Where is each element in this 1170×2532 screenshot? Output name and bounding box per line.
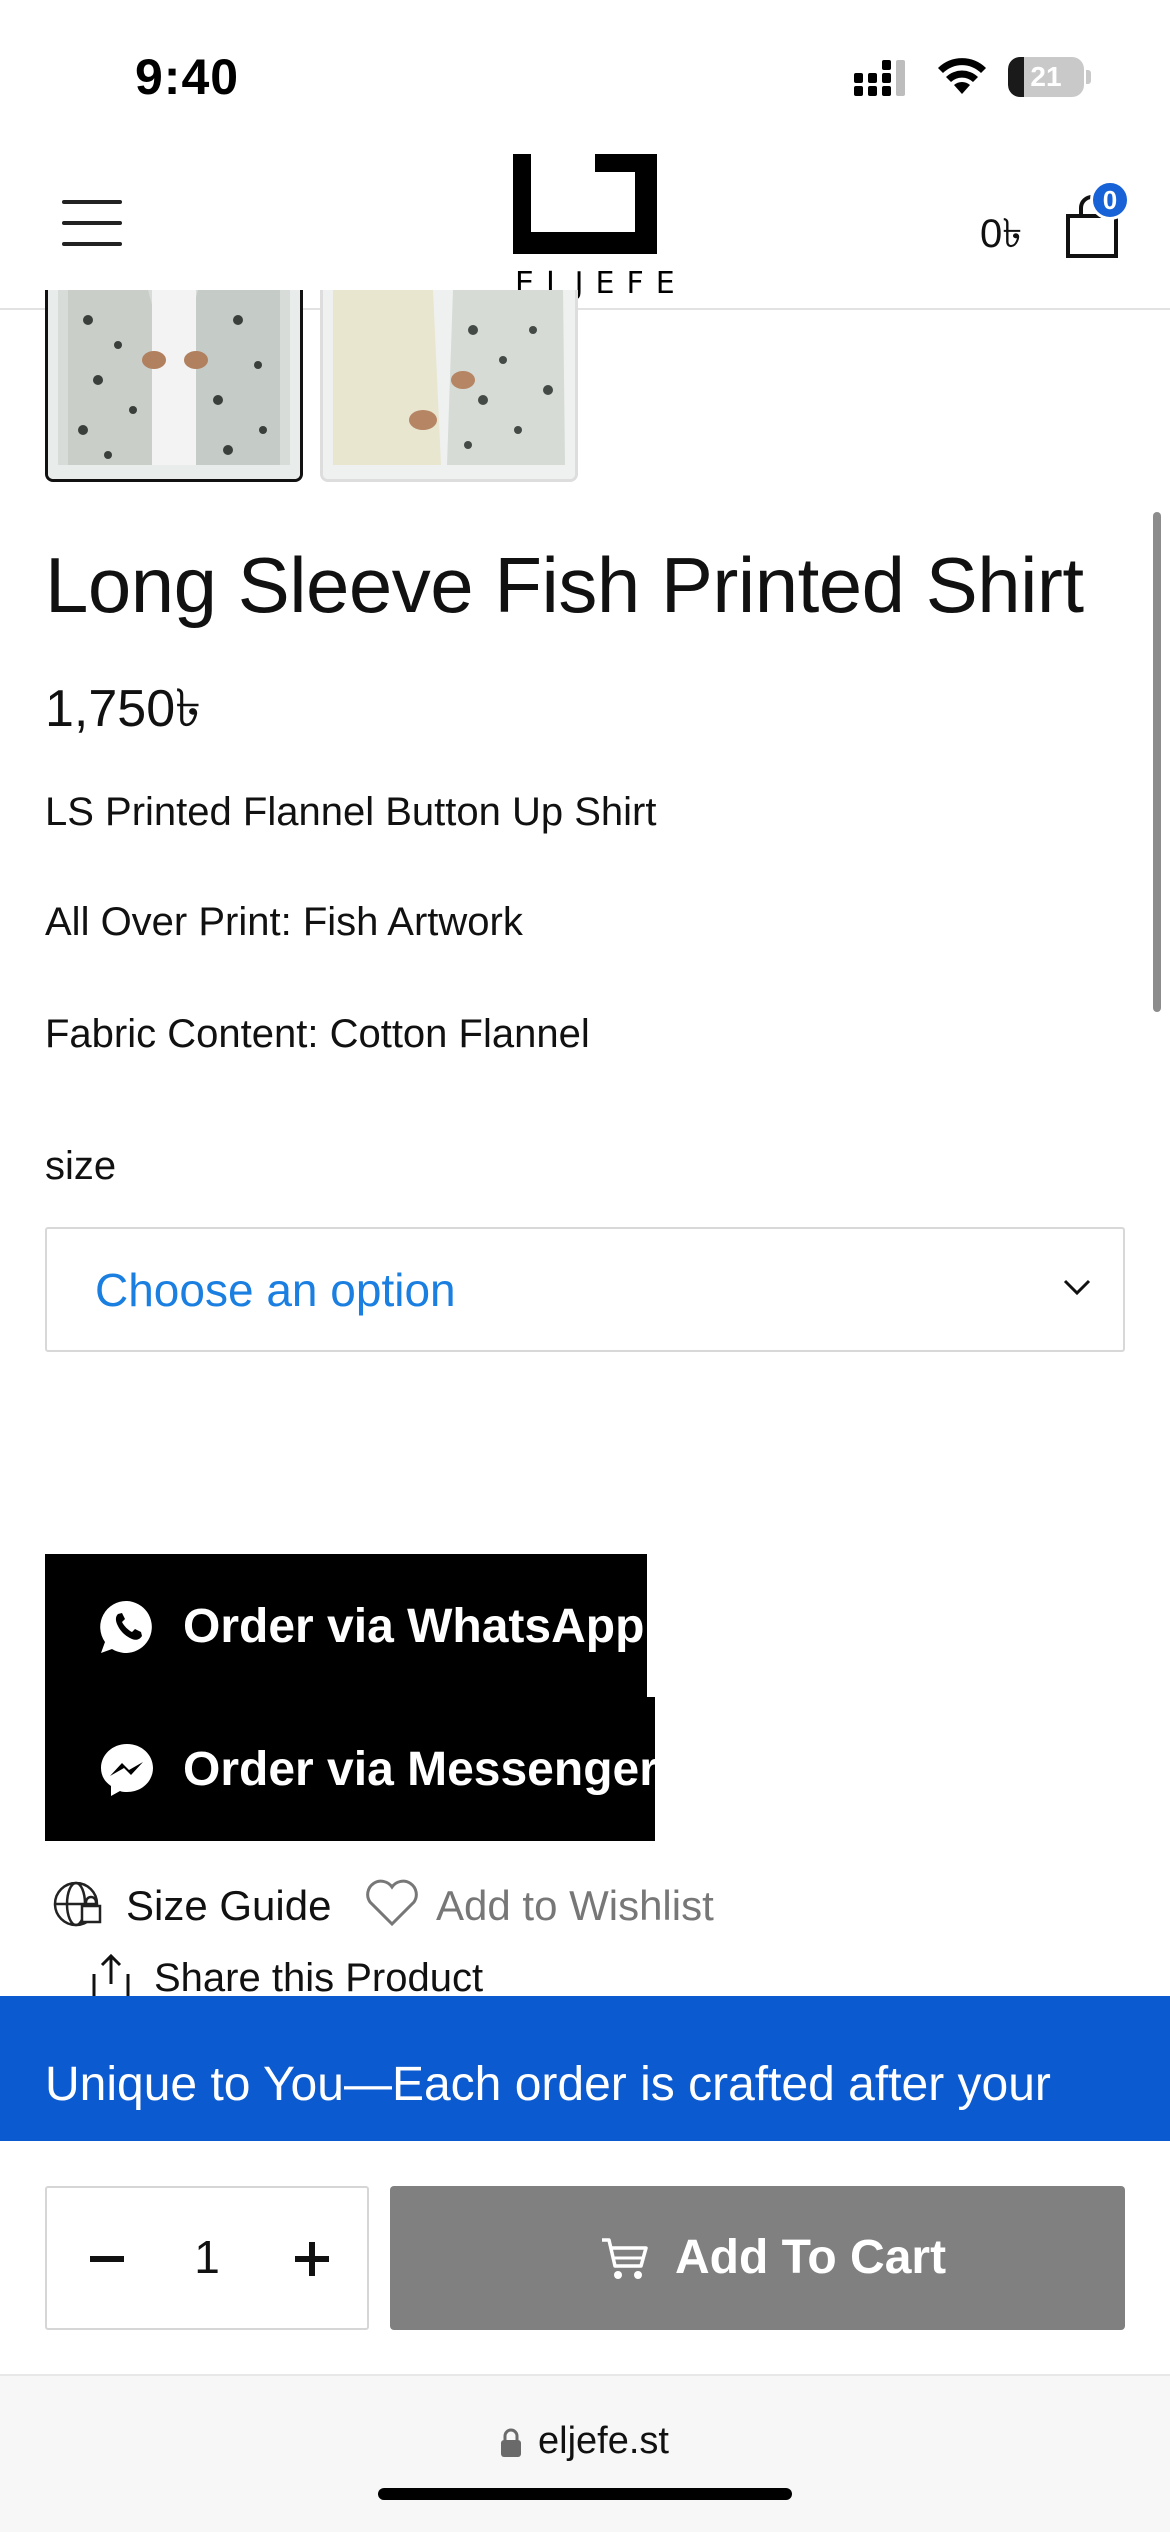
share-label: Share this Product (154, 1956, 484, 2000)
promo-banner: Unique to You—Each order is crafted afte… (0, 1996, 1170, 2141)
browser-address-bar[interactable]: eljefe.st (0, 2376, 1170, 2532)
quantity-value[interactable]: 1 (167, 2230, 247, 2284)
logo-mark (513, 154, 657, 254)
status-time: 9:40 (135, 49, 240, 105)
product-thumbnail-1[interactable] (45, 290, 303, 482)
size-select-value: Choose an option (95, 1264, 456, 1316)
promo-text: Unique to You—Each order is crafted afte… (45, 2058, 1051, 2111)
site-header: ELJEFE 0৳ 0 (0, 150, 1170, 310)
signal-icon (854, 60, 905, 96)
product-thumbnail-2[interactable] (320, 290, 578, 482)
messenger-button-label: Order via Messenger (183, 1743, 658, 1796)
menu-icon[interactable] (62, 200, 122, 250)
product-description-line: All Over Print: Fish Artwork (45, 900, 523, 944)
cart-count-badge: 0 (1090, 180, 1130, 220)
whatsapp-icon (100, 1600, 152, 1653)
size-select[interactable]: Choose an option (45, 1227, 1125, 1352)
messenger-icon (101, 1744, 153, 1796)
product-price: 1,750৳ (45, 680, 202, 738)
cart-icon (602, 2238, 648, 2279)
add-to-cart-label: Add To Cart (675, 2231, 947, 2284)
product-description-line: LS Printed Flannel Button Up Shirt (45, 790, 657, 834)
battery-level: 21 (1030, 61, 1062, 92)
product-description-line: Fabric Content: Cotton Flannel (45, 1012, 590, 1056)
status-bar: 9:40 21 (0, 0, 1170, 150)
cart-total[interactable]: 0৳ (980, 202, 1022, 269)
home-indicator[interactable] (378, 2488, 792, 2500)
size-guide-icon[interactable] (52, 1878, 104, 1930)
wifi-icon (938, 58, 986, 94)
brand-logo[interactable]: ELJEFE (505, 154, 675, 304)
decrease-quantity-button[interactable] (77, 2228, 137, 2288)
size-guide-link[interactable]: Size Guide (126, 1882, 331, 1930)
add-to-wishlist-link[interactable]: Add to Wishlist (436, 1882, 714, 1930)
scrollbar[interactable] (1153, 512, 1161, 1012)
share-product-link[interactable]: Share this Product (90, 1952, 590, 2002)
chevron-down-icon (1063, 1279, 1091, 1296)
share-icon (92, 1953, 130, 2002)
order-via-whatsapp-button[interactable]: Order via WhatsApp (45, 1554, 647, 1698)
quantity-stepper: 1 (45, 2186, 369, 2330)
product-meta-actions: Size Guide Add to Wishlist (52, 1874, 1152, 1944)
increase-quantity-button[interactable] (282, 2228, 342, 2288)
order-via-messenger-button[interactable]: Order via Messenger (45, 1697, 658, 1841)
add-to-cart-button[interactable]: Add To Cart (390, 2186, 1125, 2330)
product-title: Long Sleeve Fish Printed Shirt (45, 541, 1084, 629)
heart-icon[interactable] (364, 1878, 420, 1928)
sticky-cart-bar: 1 Add To Cart (0, 2141, 1170, 2376)
whatsapp-button-label: Order via WhatsApp (183, 1600, 645, 1653)
size-label: size (45, 1144, 117, 1188)
lock-icon (501, 2428, 521, 2457)
url-text: eljefe.st (538, 2420, 669, 2462)
battery-icon: 21 (1008, 57, 1091, 97)
